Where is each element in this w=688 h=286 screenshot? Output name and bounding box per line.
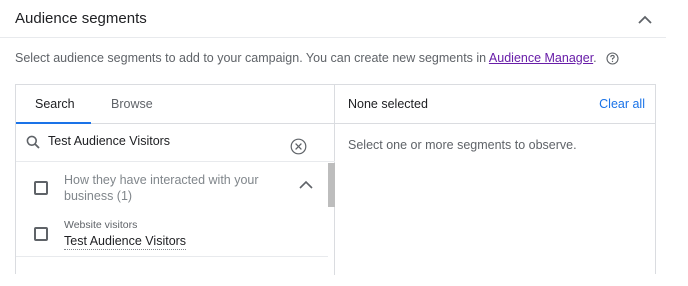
search-input[interactable]	[48, 134, 278, 148]
item-checkbox[interactable]	[34, 227, 48, 241]
results-list: How they have interacted with your busin…	[16, 163, 328, 275]
selected-count: None selected	[348, 97, 428, 111]
selected-panel: None selected Clear all Select one or mo…	[335, 85, 655, 275]
item-category: Website visitors	[64, 219, 138, 231]
item-name: Test Audience Visitors	[64, 234, 187, 250]
search-icon	[26, 135, 40, 149]
selected-header: None selected Clear all	[335, 85, 655, 124]
description-suffix: .	[593, 51, 597, 65]
clear-all-button[interactable]: Clear all	[599, 97, 645, 111]
tab-bar: Search Browse	[16, 85, 335, 124]
list-item: Website visitors Test Audience Visitors	[16, 213, 328, 257]
clear-circle-icon[interactable]	[290, 138, 307, 155]
group-checkbox[interactable]	[34, 181, 48, 195]
scrollbar[interactable]	[328, 163, 335, 275]
chevron-up-icon[interactable]	[299, 180, 313, 189]
audience-manager-link[interactable]: Audience Manager	[489, 51, 593, 65]
tab-browse[interactable]: Browse	[111, 97, 153, 111]
segment-picker: Search Browse How they have interacted w…	[15, 84, 656, 275]
scrollbar-thumb[interactable]	[328, 163, 335, 207]
description-text: Select audience segments to add to your …	[15, 51, 489, 65]
chevron-up-icon	[638, 15, 652, 24]
collapse-button[interactable]	[632, 8, 658, 30]
group-label: How they have interacted with your busin…	[64, 173, 259, 203]
help-circle-icon[interactable]	[606, 52, 619, 65]
section-title: Audience segments	[15, 10, 147, 27]
search-bar	[16, 124, 335, 162]
search-panel: Search Browse How they have interacted w…	[16, 85, 335, 275]
empty-message: Select one or more segments to observe.	[348, 138, 577, 152]
section-description: Select audience segments to add to your …	[15, 51, 619, 65]
section-header: Audience segments	[0, 0, 666, 38]
result-group: How they have interacted with your busin…	[16, 163, 328, 209]
tab-search[interactable]: Search	[35, 97, 75, 111]
